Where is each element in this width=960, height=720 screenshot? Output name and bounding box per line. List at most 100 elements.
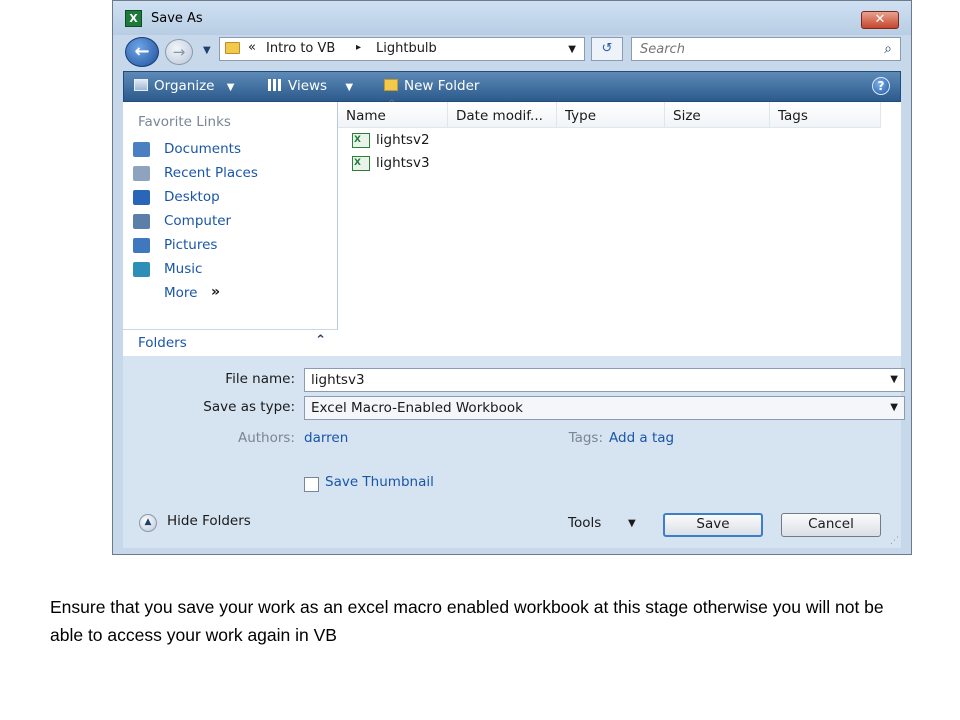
sidebar-item-label: Documents xyxy=(164,141,241,157)
save-options-panel: File name: lightsv3 ▼ Save as type: Exce… xyxy=(123,356,905,548)
computer-icon xyxy=(133,214,150,229)
save-as-type-select[interactable]: Excel Macro-Enabled Workbook ▼ xyxy=(304,396,905,420)
refresh-button[interactable]: ↺ xyxy=(591,37,623,61)
column-header-label: Name xyxy=(346,108,386,124)
add-tag-link[interactable]: Add a tag xyxy=(609,430,674,446)
column-header-label: Tags xyxy=(778,108,808,124)
column-header-type[interactable]: Type xyxy=(557,102,665,128)
music-icon xyxy=(133,262,150,277)
tags-label: Tags: xyxy=(568,430,603,446)
search-input[interactable] xyxy=(638,41,862,58)
column-header-label: Date modif... xyxy=(456,108,543,124)
file-name: lightsv3 xyxy=(376,155,430,171)
views-icon xyxy=(268,79,282,91)
sidebar-item-more[interactable]: More » xyxy=(131,283,331,305)
address-bar[interactable]: « Intro to VB ▸ Lightbulb ▼ xyxy=(219,37,585,61)
column-header-name[interactable]: ^ Name xyxy=(338,99,448,128)
chevron-up-icon: ▲ xyxy=(139,514,157,532)
sidebar-item-label: Recent Places xyxy=(164,165,258,181)
help-icon[interactable]: ? xyxy=(872,77,890,95)
instruction-caption: Ensure that you save your work as an exc… xyxy=(50,597,884,645)
recent-places-icon xyxy=(133,166,150,181)
column-header-date-modified[interactable]: Date modif... xyxy=(448,102,557,128)
sidebar-item-music[interactable]: Music xyxy=(131,259,331,281)
forward-button[interactable]: → xyxy=(165,39,193,65)
save-thumbnail-checkbox[interactable] xyxy=(304,477,319,492)
sidebar-item-label: Computer xyxy=(164,213,232,229)
sidebar-item-computer[interactable]: Computer xyxy=(131,211,331,233)
column-header-tags[interactable]: Tags xyxy=(770,102,881,128)
file-name-field[interactable]: lightsv3 ▼ xyxy=(304,368,905,392)
organize-icon xyxy=(134,79,148,91)
sidebar-item-label: Pictures xyxy=(164,237,218,253)
desktop-icon xyxy=(133,190,150,205)
views-label: Views xyxy=(288,78,328,94)
file-list: ^ Name Date modif... Type Size Tags ligh… xyxy=(338,99,901,356)
title-bar[interactable]: X Save As ✕ xyxy=(113,1,911,35)
tools-menu[interactable]: Tools ▼ xyxy=(568,513,648,535)
sidebar-item-recent-places[interactable]: Recent Places xyxy=(131,163,331,185)
search-icon[interactable]: ⌕ xyxy=(884,41,892,57)
documents-icon xyxy=(133,142,150,157)
breadcrumb-overflow-chevron[interactable]: « xyxy=(248,40,256,55)
organize-label: Organize xyxy=(154,78,215,94)
sidebar-item-documents[interactable]: Documents xyxy=(131,139,331,161)
search-box[interactable]: ⌕ xyxy=(631,37,901,61)
file-row-lightsv3[interactable]: lightsv3 xyxy=(348,153,648,175)
new-folder-label: New Folder xyxy=(404,78,480,94)
forward-arrow-icon: → xyxy=(172,43,186,61)
file-row-lightsv2[interactable]: lightsv2 xyxy=(348,130,648,152)
save-button[interactable]: Save xyxy=(663,513,763,537)
tools-label: Tools xyxy=(568,515,602,531)
chevron-up-icon: ⌃ xyxy=(315,333,326,348)
file-name-label: File name: xyxy=(225,371,295,387)
sort-ascending-icon: ^ xyxy=(388,99,396,109)
save-as-type-value: Excel Macro-Enabled Workbook xyxy=(311,400,523,416)
back-button[interactable]: ← xyxy=(125,37,159,67)
chevron-down-icon[interactable]: ▼ xyxy=(890,374,898,385)
pictures-icon xyxy=(133,238,150,253)
chevron-down-icon[interactable]: ▼ xyxy=(890,402,898,413)
views-menu[interactable]: Views ▼ xyxy=(268,78,353,94)
sidebar-item-desktop[interactable]: Desktop xyxy=(131,187,331,209)
breadcrumb-intro-to-vb[interactable]: Intro to VB xyxy=(266,41,335,56)
organize-dropdown-icon: ▼ xyxy=(226,82,235,93)
excel-icon: X xyxy=(125,10,142,27)
new-folder-icon xyxy=(384,79,398,91)
save-as-type-label: Save as type: xyxy=(203,399,295,415)
save-as-dialog: X Save As ✕ ← → ▼ « Intro to VB ▸ Lightb… xyxy=(112,0,912,555)
cancel-button[interactable]: Cancel xyxy=(781,513,881,537)
folders-label: Folders xyxy=(138,335,187,351)
close-button[interactable]: ✕ xyxy=(861,11,899,29)
hide-folders-button[interactable]: ▲ Hide Folders xyxy=(139,512,289,534)
new-folder-button[interactable]: New Folder xyxy=(384,78,479,94)
column-header-label: Type xyxy=(565,108,597,124)
hide-folders-label: Hide Folders xyxy=(167,513,251,529)
command-toolbar: Organize ▼ Views ▼ New Folder ? xyxy=(123,71,901,102)
file-name-value: lightsv3 xyxy=(311,372,365,388)
folders-toggle[interactable]: Folders ⌃ xyxy=(123,329,338,356)
organize-menu[interactable]: Organize ▼ xyxy=(134,78,234,94)
favorite-links-header: Favorite Links xyxy=(138,114,231,130)
breadcrumb-separator-icon[interactable]: ▸ xyxy=(356,42,361,53)
breadcrumb-lightbulb[interactable]: Lightbulb xyxy=(376,41,437,56)
authors-label: Authors: xyxy=(237,430,295,446)
folder-icon xyxy=(225,42,240,54)
more-chevron-icon: » xyxy=(211,284,221,300)
resize-grip-icon[interactable]: ⋰ xyxy=(890,536,899,546)
excel-file-icon xyxy=(352,133,370,148)
address-dropdown-icon[interactable]: ▼ xyxy=(568,44,576,55)
excel-file-icon xyxy=(352,156,370,171)
back-arrow-icon: ← xyxy=(134,41,150,62)
save-thumbnail-label[interactable]: Save Thumbnail xyxy=(325,474,434,490)
sidebar-item-label: Desktop xyxy=(164,189,220,205)
refresh-icon: ↺ xyxy=(601,41,613,56)
column-header-size[interactable]: Size xyxy=(665,102,770,128)
more-label: More xyxy=(164,285,198,301)
file-name: lightsv2 xyxy=(376,132,430,148)
views-dropdown-icon: ▼ xyxy=(345,82,354,93)
authors-value[interactable]: darren xyxy=(304,430,348,446)
recent-pages-dropdown[interactable]: ▼ xyxy=(203,45,211,56)
sidebar-item-pictures[interactable]: Pictures xyxy=(131,235,331,257)
sidebar-item-label: Music xyxy=(164,261,203,277)
